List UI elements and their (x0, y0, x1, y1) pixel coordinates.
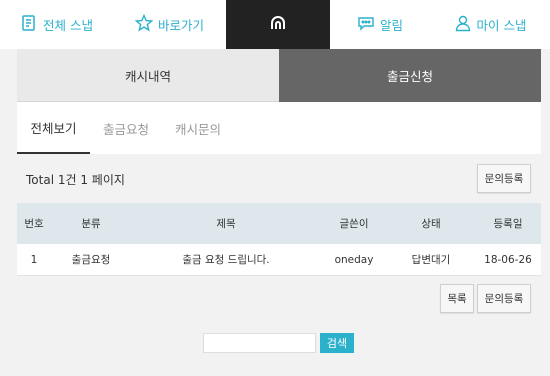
nav-all-snap[interactable]: 전체 스냅 (0, 0, 113, 49)
nav-all-snap-label: 전체 스냅 (43, 18, 93, 33)
search-input[interactable] (203, 333, 316, 353)
col-category: 분류 (81, 218, 101, 230)
cell-title[interactable]: 출금 요청 드립니다. (131, 252, 321, 267)
nav-my-snap[interactable]: 마이 스냅 (430, 0, 550, 49)
star-icon (134, 13, 154, 35)
table-row[interactable]: 1 출금요청 출금 요청 드립니다. oneday 답변대기 18-06-26 (17, 244, 541, 276)
cell-author: oneday (334, 253, 374, 266)
nav-shortcut-label: 바로가기 (157, 18, 204, 33)
col-status: 상태 (421, 218, 441, 230)
chat-bubble-icon (357, 14, 375, 35)
subtab-cash-inquiry[interactable]: 캐시문의 (162, 102, 234, 154)
inquiry-register-button[interactable]: 문의등록 (477, 164, 531, 193)
sub-tabs: 전체보기 출금요청 캐시문의 (17, 102, 541, 154)
segment-tabs: 캐시내역 출금신청 (17, 49, 541, 102)
total-count: Total 1건 1 페이지 (26, 173, 125, 187)
col-author: 글쓴이 (339, 218, 369, 230)
total-bar: Total 1건 1 페이지 문의등록 (17, 154, 541, 203)
document-icon (20, 14, 38, 35)
nav-my-snap-label: 마이 스냅 (476, 18, 527, 33)
search-button[interactable]: 검색 (320, 333, 354, 353)
inquiry-table: 번호 분류 제목 글쓴이 상태 등록일 1 출금요청 출금 요청 드립니다. o… (17, 203, 541, 276)
user-icon (454, 14, 472, 35)
tab-cash-history[interactable]: 캐시내역 (17, 49, 279, 102)
tab-withdraw-apply[interactable]: 출금신청 (279, 49, 541, 102)
subtab-all[interactable]: 전체보기 (17, 102, 90, 154)
nav-home-logo[interactable] (226, 0, 330, 49)
list-button[interactable]: 목록 (440, 284, 474, 313)
cell-status: 답변대기 (411, 254, 451, 266)
table-header: 번호 분류 제목 글쓴이 상태 등록일 (17, 203, 541, 244)
col-number: 번호 (24, 218, 44, 230)
cell-date: 18-06-26 (484, 253, 532, 266)
top-nav: 전체 스냅 바로가기 알림 마이 스냅 (0, 0, 550, 49)
col-title: 제목 (216, 218, 236, 230)
logo-icon (269, 14, 287, 35)
nav-shortcut[interactable]: 바로가기 (113, 0, 226, 49)
subtab-withdraw-request[interactable]: 출금요청 (90, 102, 162, 154)
nav-alarm-label: 알림 (379, 18, 403, 33)
inquiry-register-button-bottom[interactable]: 문의등록 (477, 284, 531, 313)
col-date: 등록일 (493, 218, 523, 230)
cell-number: 1 (30, 253, 38, 266)
cell-category: 출금요청 (71, 254, 111, 266)
nav-alarm[interactable]: 알림 (330, 0, 430, 49)
